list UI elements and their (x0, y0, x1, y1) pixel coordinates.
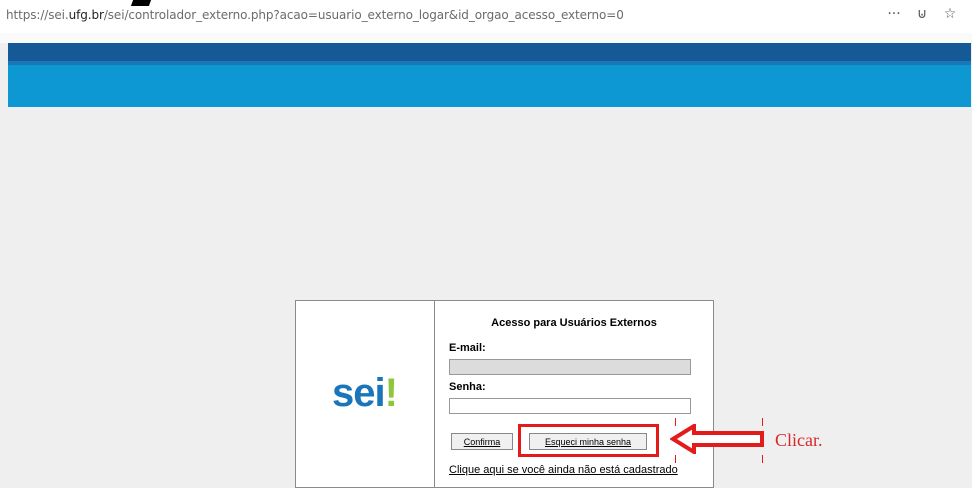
confirm-button[interactable]: Confirma (451, 433, 513, 450)
pocket-icon[interactable]: ⊍ (914, 6, 930, 22)
browser-address-bar: https://sei.ufg.br/sei/controlador_exter… (0, 0, 972, 34)
logo-area: sei! (296, 301, 435, 487)
sei-logo: sei! (332, 371, 398, 416)
annotation-tick (762, 455, 763, 463)
url-domain: ufg.br (68, 8, 104, 22)
toolbar-strip (0, 33, 972, 43)
password-field[interactable] (449, 398, 691, 414)
header-top-bar (8, 43, 971, 61)
site-header (8, 43, 971, 107)
url-field[interactable]: https://sei.ufg.br/sei/controlador_exter… (6, 8, 624, 22)
login-form: Acesso para Usuários Externos E-mail: Se… (435, 301, 713, 487)
annotation-tick (675, 455, 676, 463)
email-field[interactable] (449, 359, 691, 375)
login-panel: sei! Acesso para Usuários Externos E-mai… (295, 300, 714, 488)
email-label: E-mail: (449, 342, 486, 354)
header-main-bar (8, 65, 971, 107)
annotation-highlight-box (518, 424, 659, 457)
annotation-text: Clicar. (775, 430, 823, 450)
url-actions: ··· ⊍ ☆ (886, 6, 958, 22)
bookmark-star-icon[interactable]: ☆ (942, 6, 958, 22)
more-menu-icon[interactable]: ··· (886, 6, 902, 22)
cropped-title-glyph (130, 0, 152, 6)
form-title: Acesso para Usuários Externos (491, 317, 657, 329)
url-path: /sei/controlador_externo.php?acao=usuari… (103, 8, 624, 22)
logo-text: sei (332, 371, 386, 415)
url-prefix: https://sei. (6, 8, 69, 22)
annotation-arrow-icon (670, 424, 764, 454)
confirm-button-label: Confirma (463, 436, 501, 447)
password-label: Senha: (449, 381, 486, 393)
logo-exclamation: ! (384, 371, 398, 415)
register-link[interactable]: Clique aqui se você ainda não está cadas… (449, 464, 678, 476)
